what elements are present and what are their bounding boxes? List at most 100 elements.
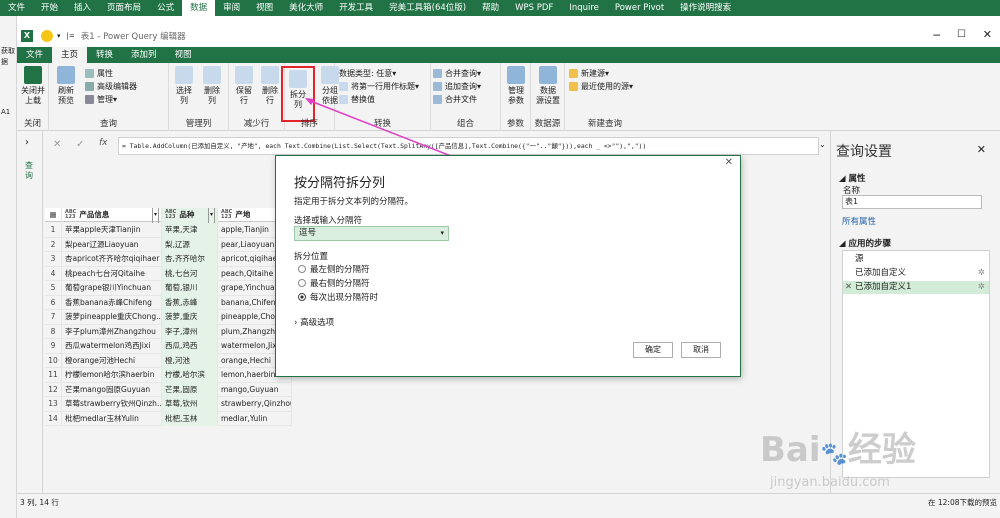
pq-tab[interactable]: 转换 [87,47,122,63]
excel-tab[interactable]: 开始 [33,0,66,16]
split-column-button[interactable]: 拆分 列 [281,66,315,122]
advanced-options-toggle[interactable]: › 高级选项 [294,316,334,328]
table-cell[interactable]: 橙orange河池Hechi [62,353,162,368]
table-cell[interactable]: mango,Guyuan [218,382,292,397]
step-gear-icon[interactable]: ✲ [978,281,985,294]
table-cell[interactable]: medlar,Yulin [218,411,292,426]
row-number[interactable]: 6 [45,295,62,310]
new-source-button[interactable]: 新建源 ▾ [569,68,609,79]
dialog-close-icon[interactable]: ✕ [725,157,733,168]
column-header[interactable]: ABC 123 品种 ▾ [162,208,218,223]
table-cell[interactable]: 枇杷,玉林 [162,411,218,426]
type-icon[interactable]: ABC 123 [221,210,232,220]
table-cell[interactable]: 李子,漳州 [162,324,218,339]
confirm-formula-icon[interactable]: ✓ [76,139,84,150]
table-row[interactable]: 14 枇杷medlar玉林Yulin 枇杷,玉林 medlar,Yulin [45,411,292,426]
table-cell[interactable]: 西瓜,鸡西 [162,339,218,354]
excel-tab[interactable]: 文件 [0,0,33,16]
radio-leftmost[interactable] [298,265,306,273]
table-cell[interactable]: 香蕉banana赤峰Chifeng [62,295,162,310]
cancel-formula-icon[interactable]: ✕ [53,139,61,150]
excel-tab[interactable]: 美化大师 [281,0,331,16]
manage-params-button[interactable]: 管理 参数 [501,66,531,106]
table-cell[interactable]: 梨,辽源 [162,237,218,252]
table-cell[interactable]: 葡萄,银川 [162,281,218,296]
excel-tab[interactable]: 开发工具 [331,0,381,16]
table-row[interactable]: 12 芒果mango固原Guyuan 芒果,固原 mango,Guyuan [45,382,292,397]
table-cell[interactable]: 桃peach七台河Qitaihe [62,266,162,281]
table-cell[interactable]: 芒果,固原 [162,382,218,397]
expand-formula-icon[interactable]: ⌄ [819,140,826,149]
query-name-input[interactable]: 表1 [842,195,982,209]
quick-access-icon[interactable]: |= [67,32,75,40]
row-number[interactable]: 14 [45,411,62,426]
merge-queries-button[interactable]: 合并查询 ▾ [433,68,481,79]
table-cell[interactable]: 西瓜watermelon鸡西Jixi [62,339,162,354]
table-cell[interactable]: 橙,河池 [162,353,218,368]
column-header[interactable]: ABC 123 产品信息 ▾ [62,208,162,223]
table-cell[interactable]: 枇杷medlar玉林Yulin [62,411,162,426]
filter-dropdown-icon[interactable]: ▾ [151,208,159,223]
table-row[interactable]: 10 橙orange河池Hechi 橙,河池 orange,Hechi [45,353,292,368]
ok-button[interactable]: 确定 [633,342,673,358]
table-cell[interactable]: 葡萄grape银川Yinchuan [62,281,162,296]
remove-columns-button[interactable]: 删除 列 [197,66,227,106]
filter-dropdown-icon[interactable]: ▾ [207,208,215,223]
row-number[interactable]: 13 [45,397,62,412]
type-icon[interactable]: ABC 123 [165,210,176,220]
row-number[interactable]: 12 [45,382,62,397]
pq-tab[interactable]: 添加列 [122,47,166,63]
delete-step-icon[interactable]: ✕ [845,281,852,294]
first-row-header-button[interactable]: 将第一行用作标题 ▾ [339,81,419,92]
excel-tab[interactable]: 数据 [182,0,216,16]
append-queries-button[interactable]: 追加查询 ▾ [433,81,481,92]
queries-pane-collapsed[interactable]: › 查询 [17,131,43,493]
table-cell[interactable]: 柠檬lemon哈尔滨haerbin [62,368,162,383]
radio-rightmost[interactable] [298,279,306,287]
excel-tab[interactable]: 公式 [149,0,182,16]
pq-tab[interactable]: 主页 [52,47,88,63]
excel-tab[interactable]: 审阅 [215,0,248,16]
table-cell[interactable]: 桃,七台河 [162,266,218,281]
step-gear-icon[interactable]: ✲ [978,267,985,280]
table-cell[interactable]: 草莓,钦州 [162,397,218,412]
excel-tab[interactable]: 帮助 [474,0,507,16]
table-cell[interactable]: strawberry,Qinzhou [218,397,292,412]
option-each-occurrence[interactable]: 每次出现分隔符时 [298,291,378,303]
row-number[interactable]: 3 [45,252,62,267]
row-number[interactable]: 4 [45,266,62,281]
manage-button[interactable]: 管理 ▾ [85,94,117,105]
step-source[interactable]: 源 [843,253,989,266]
row-number[interactable]: 1 [45,223,62,238]
step-added-custom[interactable]: 已添加自定义 ✲ [843,267,989,280]
table-row[interactable]: 4 桃peach七台河Qitaihe 桃,七台河 peach,Qitaihe [45,266,292,281]
excel-tab[interactable]: Power Pivot [607,0,672,16]
formula-bar[interactable]: = Table.AddColumn(已添加自定义, "产地", each Tex… [118,137,819,155]
excel-tab[interactable]: 插入 [66,0,99,16]
type-icon[interactable]: ABC 123 [65,210,76,220]
replace-values-button[interactable]: 替换值 [339,94,375,105]
table-cell[interactable]: 梨pear辽源Liaoyuan [62,237,162,252]
close-apply-button[interactable]: 关闭并 上载 [18,66,48,106]
excel-tab[interactable]: Inquire [561,0,607,16]
table-row[interactable]: 6 香蕉banana赤峰Chifeng 香蕉,赤峰 banana,Chifeng [45,295,292,310]
table-cell[interactable]: 杏,齐齐哈尔 [162,252,218,267]
table-row[interactable]: 9 西瓜watermelon鸡西Jixi 西瓜,鸡西 watermelon,Jixi [45,339,292,354]
table-row[interactable]: 7 菠萝pineapple重庆Chong... 菠萝,重庆 pineapple,Cho… [45,310,292,325]
all-properties-link[interactable]: 所有属性 [842,215,876,227]
row-number[interactable]: 7 [45,310,62,325]
table-row[interactable]: 13 草莓strawberry钦州Qinzh... 草莓,钦州 strawberry,… [45,397,292,412]
smiley-icon[interactable] [41,30,53,42]
excel-tab[interactable]: 页面布局 [99,0,149,16]
option-rightmost[interactable]: 最右侧的分隔符 [298,277,370,289]
table-row[interactable]: 5 葡萄grape银川Yinchuan 葡萄,银川 grape,Yinchuan [45,281,292,296]
combine-files-button[interactable]: 合并文件 [433,94,477,105]
close-settings-icon[interactable]: ✕ [977,143,986,156]
row-number[interactable]: 10 [45,353,62,368]
row-number[interactable]: 2 [45,237,62,252]
excel-tab[interactable]: 视图 [248,0,281,16]
excel-tab[interactable]: 完美工具箱(64位版) [381,0,474,16]
fx-icon[interactable]: fx [99,138,108,148]
table-row[interactable]: 2 梨pear辽源Liaoyuan 梨,辽源 pear,Liaoyuan [45,237,292,252]
row-number[interactable]: 9 [45,339,62,354]
